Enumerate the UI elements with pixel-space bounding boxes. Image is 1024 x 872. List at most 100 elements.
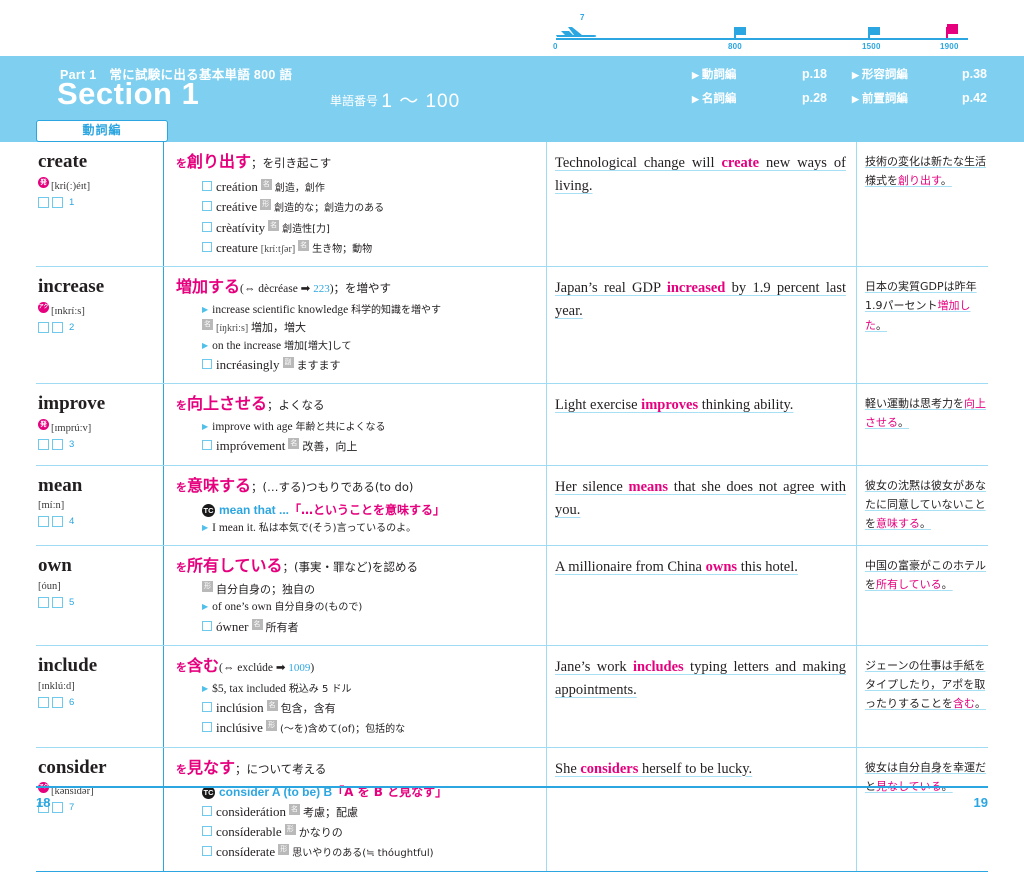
definition-keyword: 見なす bbox=[187, 757, 236, 777]
japanese-translation: 彼女の沈黙は彼女があなたに同意していないことを意味する。 bbox=[865, 476, 986, 534]
example-sentence: Technological change will create new way… bbox=[555, 152, 846, 199]
checkbox-icon[interactable] bbox=[202, 440, 212, 451]
checkbox-icon[interactable] bbox=[52, 516, 63, 528]
entry-number: 1 bbox=[69, 196, 75, 208]
translation-post: 。 bbox=[975, 697, 986, 711]
checkbox-icon[interactable] bbox=[52, 196, 63, 208]
section-header-band: Part 1 常に試験に出る基本単語 800 語 Section 1 単語番号 … bbox=[0, 56, 1024, 118]
checkbox-icon[interactable] bbox=[202, 358, 212, 369]
link-adjectives[interactable]: ▶ 形容詞編 bbox=[852, 66, 962, 82]
derivative-gloss: 増加，増大 bbox=[251, 321, 307, 335]
headword: create bbox=[38, 151, 88, 172]
phonetic-line: [óun] bbox=[38, 581, 159, 592]
phonetic: [ɪnklúːd] bbox=[38, 680, 75, 692]
derivatives-list: 形自分自身の；独自の ▶ of one’s own 自分自身の(もので) ówne… bbox=[176, 581, 538, 637]
list-item: creátion 名創造，創作 bbox=[202, 177, 538, 197]
entry-sentence-cell: Japan’s real GDP increased by 1.9 percen… bbox=[546, 267, 856, 383]
phonetic-line: [ɪnklúːd] bbox=[38, 681, 159, 692]
entry-definition-cell: を向上させる；よくなる ▶ improve with age 年齢と共によくなる … bbox=[164, 384, 546, 465]
check-line: 5 bbox=[38, 596, 159, 608]
link-verbs[interactable]: ▶ 動詞編 bbox=[692, 66, 802, 82]
pronunciation-badge: 発 bbox=[38, 418, 49, 430]
checkbox-icon[interactable] bbox=[52, 596, 63, 608]
derivatives-list: ▶ $5, tax included 税込み 5 ドル inclúsion 名包含，… bbox=[176, 681, 538, 739]
definition-reference: 223 bbox=[313, 283, 330, 295]
link-verbs-label: 動詞編 bbox=[701, 69, 737, 81]
phonetic-line: [míːn] bbox=[38, 500, 159, 511]
checkbox-icon[interactable] bbox=[38, 696, 49, 708]
category-tab-label: 動詞編 bbox=[82, 123, 122, 137]
list-item: ▶ I mean it. 私は本気で(そう)言っているのよ。 bbox=[202, 520, 538, 537]
derivative-term: inclúsion bbox=[216, 700, 264, 715]
checkbox-icon[interactable] bbox=[202, 221, 212, 232]
list-item: 名 [íŋkriːs] 増加，増大 bbox=[202, 319, 538, 337]
checkbox-icon[interactable] bbox=[38, 321, 49, 333]
word-range-label: 単語番号 bbox=[330, 94, 379, 108]
japanese-translation: ジェーンの仕事は手紙をタイプしたり，アポを取ったりすることを含む。 bbox=[865, 656, 986, 714]
particle: を bbox=[176, 157, 187, 170]
checkbox-icon[interactable] bbox=[202, 805, 212, 816]
triangle-icon: ▶ bbox=[852, 70, 859, 80]
main-definition: を向上させる；よくなる bbox=[176, 394, 538, 414]
entry-word-cell: improve 発 [ɪmprúːv] 3 bbox=[36, 384, 164, 465]
pos-badge: 名 bbox=[289, 803, 301, 815]
particle: を bbox=[176, 762, 187, 776]
example-sentence: Her silence means that she does not agre… bbox=[555, 476, 846, 523]
checkbox-icon[interactable] bbox=[202, 826, 212, 836]
derivative-phonetic: [kríːtʃər] bbox=[260, 243, 296, 255]
checkbox-icon[interactable] bbox=[202, 620, 212, 631]
checkbox-icon[interactable] bbox=[52, 321, 63, 333]
list-item: ▶ $5, tax included 税込み 5 ドル bbox=[202, 681, 538, 698]
progress-tick-800: 800 bbox=[728, 42, 742, 51]
entry-definition-cell: を見なす；について考える TC consider A (to be) B「A を … bbox=[164, 748, 546, 871]
checkbox-icon[interactable] bbox=[202, 846, 212, 857]
checkbox-icon[interactable] bbox=[52, 802, 63, 814]
phonetic: [míːn] bbox=[38, 500, 65, 512]
translation-post: 。 bbox=[876, 318, 887, 332]
check-line: 3 bbox=[38, 438, 159, 450]
example-sentence: A millionaire from China owns this hotel… bbox=[555, 556, 846, 579]
entry-number: 6 bbox=[69, 696, 75, 708]
sentence-post: thinking ability. bbox=[698, 397, 794, 413]
page-title: Section 1 bbox=[57, 76, 200, 111]
entry-word-cell: consider アク[kənsídər] 7 bbox=[36, 747, 164, 871]
checkbox-icon[interactable] bbox=[202, 702, 212, 712]
pos-badge: 名 bbox=[288, 438, 300, 450]
checkbox-icon[interactable] bbox=[38, 516, 49, 528]
checkbox-icon[interactable] bbox=[52, 438, 63, 450]
checkbox-icon[interactable] bbox=[202, 181, 212, 191]
derivative-term: creature bbox=[216, 239, 258, 255]
derivative-gloss: 所有者 bbox=[265, 620, 299, 634]
phonetic: [ɪnkríːs] bbox=[51, 305, 85, 317]
checkbox-icon[interactable] bbox=[202, 201, 212, 212]
link-nouns[interactable]: ▶ 名詞編 bbox=[692, 90, 802, 106]
phrase-gloss: 年齢と共によくなる bbox=[295, 422, 386, 433]
japanese-translation: 日本の実質GDPは昨年1.9パーセント増加した。 bbox=[865, 277, 986, 335]
definition-keyword: 所有している bbox=[187, 556, 283, 575]
pos-badge: 副 bbox=[282, 356, 294, 368]
link-prepositions[interactable]: ▶ 前置詞編 bbox=[852, 90, 962, 106]
list-item: consíderable 形かなりの bbox=[202, 822, 538, 842]
checkbox-icon[interactable] bbox=[38, 196, 49, 208]
checkbox-icon[interactable] bbox=[38, 596, 49, 608]
page-number-left: 18 bbox=[36, 795, 51, 810]
checkbox-icon[interactable] bbox=[202, 722, 212, 733]
sentence-pre: A millionaire from China bbox=[555, 559, 706, 575]
check-line: 7 bbox=[38, 802, 159, 814]
category-tab-verbs[interactable]: 動詞編 bbox=[36, 120, 168, 142]
phonetic: [kənsídər] bbox=[51, 786, 94, 798]
checkbox-icon[interactable] bbox=[52, 696, 63, 708]
sentence-keyword: owns bbox=[705, 559, 738, 575]
sentence-keyword: includes bbox=[632, 658, 684, 675]
construction-meaning: 「…ということを意味する」 bbox=[289, 502, 446, 517]
target-construction-icon: TC bbox=[202, 503, 215, 517]
main-definition: 増加する(⇔ dècréase ➡ 223)；を増やす bbox=[176, 277, 538, 297]
entry-translation-cell: 彼女の沈黙は彼女があなたに同意していないことを意味する。 bbox=[856, 465, 988, 545]
entry-word-cell: own [óun] 5 bbox=[36, 546, 164, 645]
derivative-term: ówner bbox=[216, 618, 249, 634]
check-line: 4 bbox=[38, 516, 159, 528]
checkbox-icon[interactable] bbox=[202, 241, 212, 252]
list-item: creátive 形創造的な；創造力のある bbox=[202, 197, 538, 217]
checkbox-icon[interactable] bbox=[38, 438, 49, 450]
link-verbs-page: p.18 bbox=[802, 67, 828, 81]
